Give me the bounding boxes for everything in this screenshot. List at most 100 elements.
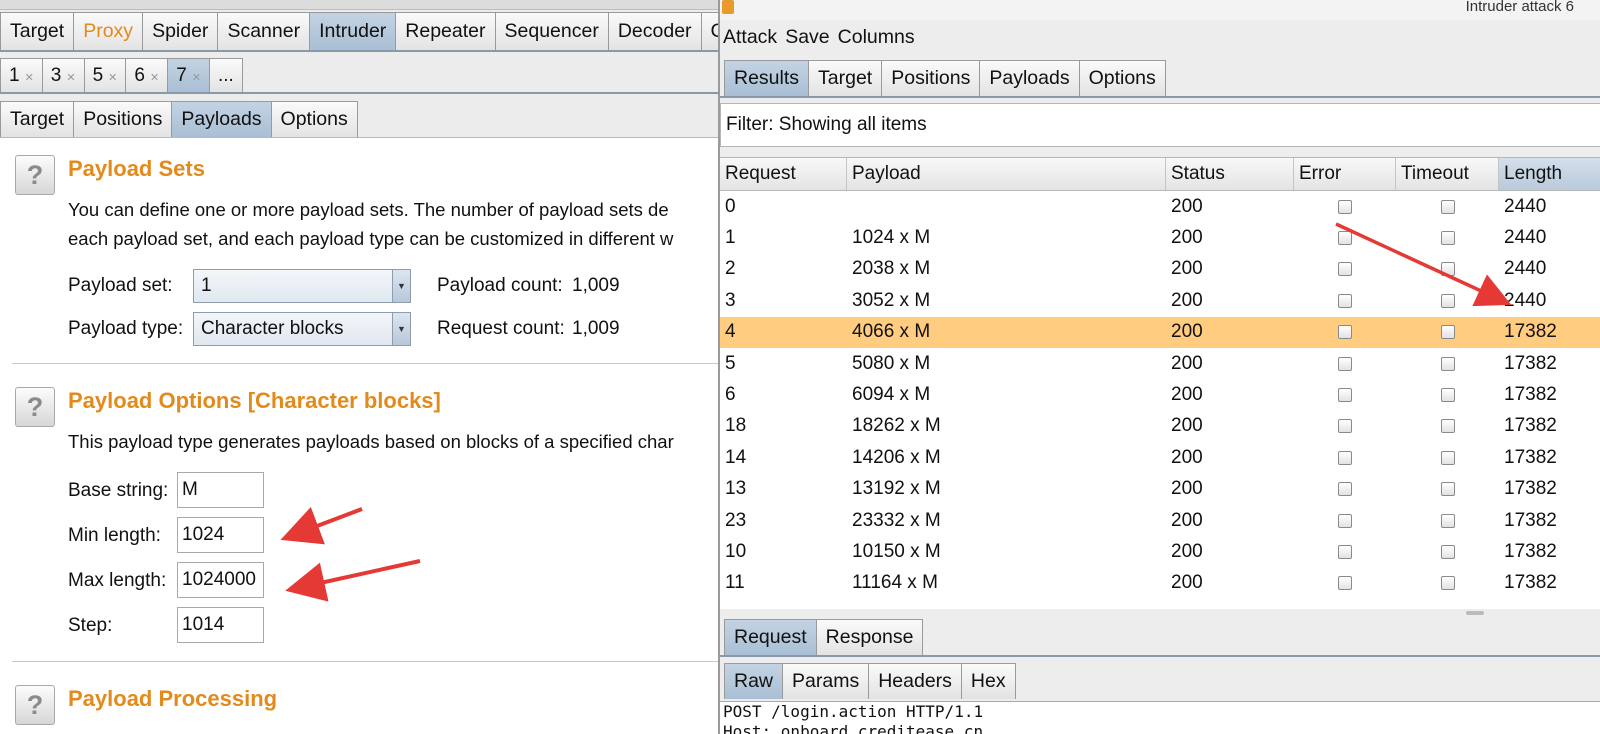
max-length-input[interactable]: 1024000: [177, 562, 264, 598]
base-string-input[interactable]: M: [177, 472, 264, 508]
payload-set-select[interactable]: 1 ▼: [193, 269, 411, 303]
table-row[interactable]: 23 23332 x M 200 17382: [720, 505, 1600, 536]
tab-proxy[interactable]: Proxy: [73, 12, 144, 50]
timeout-checkbox[interactable]: [1440, 231, 1455, 246]
tab-headers[interactable]: Headers: [868, 663, 962, 699]
tab-raw[interactable]: Raw: [724, 663, 784, 699]
col-status[interactable]: Status: [1166, 158, 1294, 190]
subtab-payloads[interactable]: Payloads: [171, 101, 272, 137]
attack-tab-6[interactable]: 6 ✕: [125, 58, 169, 92]
table-row[interactable]: 0 200 2440: [720, 191, 1600, 222]
tab-params[interactable]: Params: [782, 663, 870, 699]
tab-positions[interactable]: Positions: [881, 60, 981, 96]
error-checkbox[interactable]: [1338, 356, 1352, 371]
filter-bar[interactable]: Filter: Showing all items: [720, 103, 1600, 147]
error-checkbox[interactable]: [1338, 513, 1352, 528]
tab-options[interactable]: Options: [1078, 60, 1166, 96]
intruder-panel: Target Proxy Spider Scanner Intruder Rep…: [0, 0, 718, 734]
help-icon[interactable]: ?: [15, 685, 55, 725]
tab-comparer-partial[interactable]: C: [700, 12, 718, 50]
table-row[interactable]: 11 11164 x M 200 17382: [720, 568, 1600, 599]
dropdown-arrow-icon[interactable]: ▼: [392, 270, 410, 302]
col-request[interactable]: Request: [720, 158, 847, 190]
step-label: Step:: [68, 615, 113, 636]
tab-target[interactable]: Target: [808, 60, 883, 96]
timeout-checkbox[interactable]: [1440, 544, 1455, 559]
tab-results[interactable]: Results: [724, 60, 810, 96]
table-row[interactable]: 14 14206 x M 200 17382: [720, 442, 1600, 473]
timeout-checkbox[interactable]: [1440, 419, 1455, 434]
col-length[interactable]: Length: [1499, 158, 1600, 190]
subtab-positions[interactable]: Positions: [73, 101, 173, 137]
timeout-checkbox[interactable]: [1440, 199, 1455, 214]
tab-decoder[interactable]: Decoder: [607, 12, 702, 50]
close-icon[interactable]: ✕: [192, 71, 201, 84]
error-checkbox[interactable]: [1338, 325, 1352, 340]
payload-type-select[interactable]: Character blocks ▼: [193, 312, 411, 346]
close-icon[interactable]: ✕: [108, 71, 117, 84]
timeout-checkbox[interactable]: [1440, 482, 1455, 497]
min-length-input[interactable]: 1024: [177, 517, 264, 553]
table-row[interactable]: 13 13192 x M 200 17382: [720, 474, 1600, 505]
table-row[interactable]: 18 18262 x M 200 17382: [720, 411, 1600, 442]
tab-sequencer[interactable]: Sequencer: [494, 12, 609, 50]
close-icon[interactable]: ✕: [150, 71, 159, 84]
tab-hex[interactable]: Hex: [960, 663, 1016, 699]
tab-request[interactable]: Request: [724, 619, 817, 655]
timeout-checkbox[interactable]: [1440, 388, 1455, 403]
close-icon[interactable]: ✕: [66, 71, 75, 84]
table-row[interactable]: 10 10150 x M 200 17382: [720, 536, 1600, 567]
menu-columns[interactable]: Columns: [838, 26, 915, 49]
tab-intruder[interactable]: Intruder: [309, 12, 397, 50]
timeout-checkbox[interactable]: [1440, 356, 1455, 371]
timeout-checkbox[interactable]: [1440, 325, 1455, 340]
menu-attack[interactable]: Attack: [723, 26, 777, 49]
attack-tab-5[interactable]: 5 ✕: [83, 58, 127, 92]
step-input[interactable]: 1014: [177, 607, 264, 643]
table-row[interactable]: 5 5080 x M 200 17382: [720, 348, 1600, 379]
table-row[interactable]: 6 6094 x M 200 17382: [720, 379, 1600, 410]
raw-message-editor[interactable]: POST /login.action HTTP/1.1 Host: onboard…: [720, 701, 1600, 734]
tab-repeater[interactable]: Repeater: [395, 12, 496, 50]
error-checkbox[interactable]: [1338, 450, 1352, 465]
error-checkbox[interactable]: [1338, 199, 1352, 214]
table-row[interactable]: 2 2038 x M 200 2440: [720, 254, 1600, 285]
timeout-checkbox[interactable]: [1440, 450, 1455, 465]
subtab-options[interactable]: Options: [270, 101, 358, 137]
error-checkbox[interactable]: [1338, 482, 1352, 497]
new-tab-button[interactable]: ...: [208, 58, 243, 92]
error-checkbox[interactable]: [1338, 544, 1352, 559]
error-checkbox[interactable]: [1338, 576, 1352, 591]
col-timeout[interactable]: Timeout: [1396, 158, 1499, 190]
timeout-checkbox[interactable]: [1440, 293, 1455, 308]
error-checkbox[interactable]: [1338, 231, 1352, 246]
table-row[interactable]: 1 1024 x M 200 2440: [720, 222, 1600, 253]
attack-tab-1[interactable]: 1 ✕: [0, 58, 43, 92]
error-checkbox[interactable]: [1338, 262, 1352, 277]
timeout-checkbox[interactable]: [1440, 513, 1455, 528]
menu-save[interactable]: Save: [785, 26, 829, 49]
help-icon[interactable]: ?: [15, 155, 55, 195]
error-checkbox[interactable]: [1338, 293, 1352, 308]
dropdown-arrow-icon[interactable]: ▼: [392, 313, 410, 345]
col-error[interactable]: Error: [1294, 158, 1396, 190]
error-checkbox[interactable]: [1338, 388, 1352, 403]
tab-target[interactable]: Target: [0, 12, 75, 50]
splitter-handle[interactable]: [1466, 611, 1484, 615]
timeout-checkbox[interactable]: [1440, 576, 1455, 591]
attack-tab-3[interactable]: 3 ✕: [41, 58, 85, 92]
timeout-checkbox[interactable]: [1440, 262, 1455, 277]
table-row[interactable]: 4 4066 x M 200 17382: [720, 316, 1600, 348]
tab-scanner[interactable]: Scanner: [217, 12, 311, 50]
table-row[interactable]: 3 3052 x M 200 2440: [720, 285, 1600, 316]
close-icon[interactable]: ✕: [25, 71, 34, 84]
tab-spider[interactable]: Spider: [142, 12, 219, 50]
tab-payloads[interactable]: Payloads: [979, 60, 1080, 96]
error-checkbox[interactable]: [1338, 419, 1352, 434]
cell-error: [1294, 450, 1396, 465]
help-icon[interactable]: ?: [15, 387, 55, 427]
subtab-target[interactable]: Target: [0, 101, 75, 137]
tab-response[interactable]: Response: [815, 619, 924, 655]
col-payload[interactable]: Payload: [847, 158, 1166, 190]
attack-tab-7[interactable]: 7 ✕: [167, 58, 210, 92]
